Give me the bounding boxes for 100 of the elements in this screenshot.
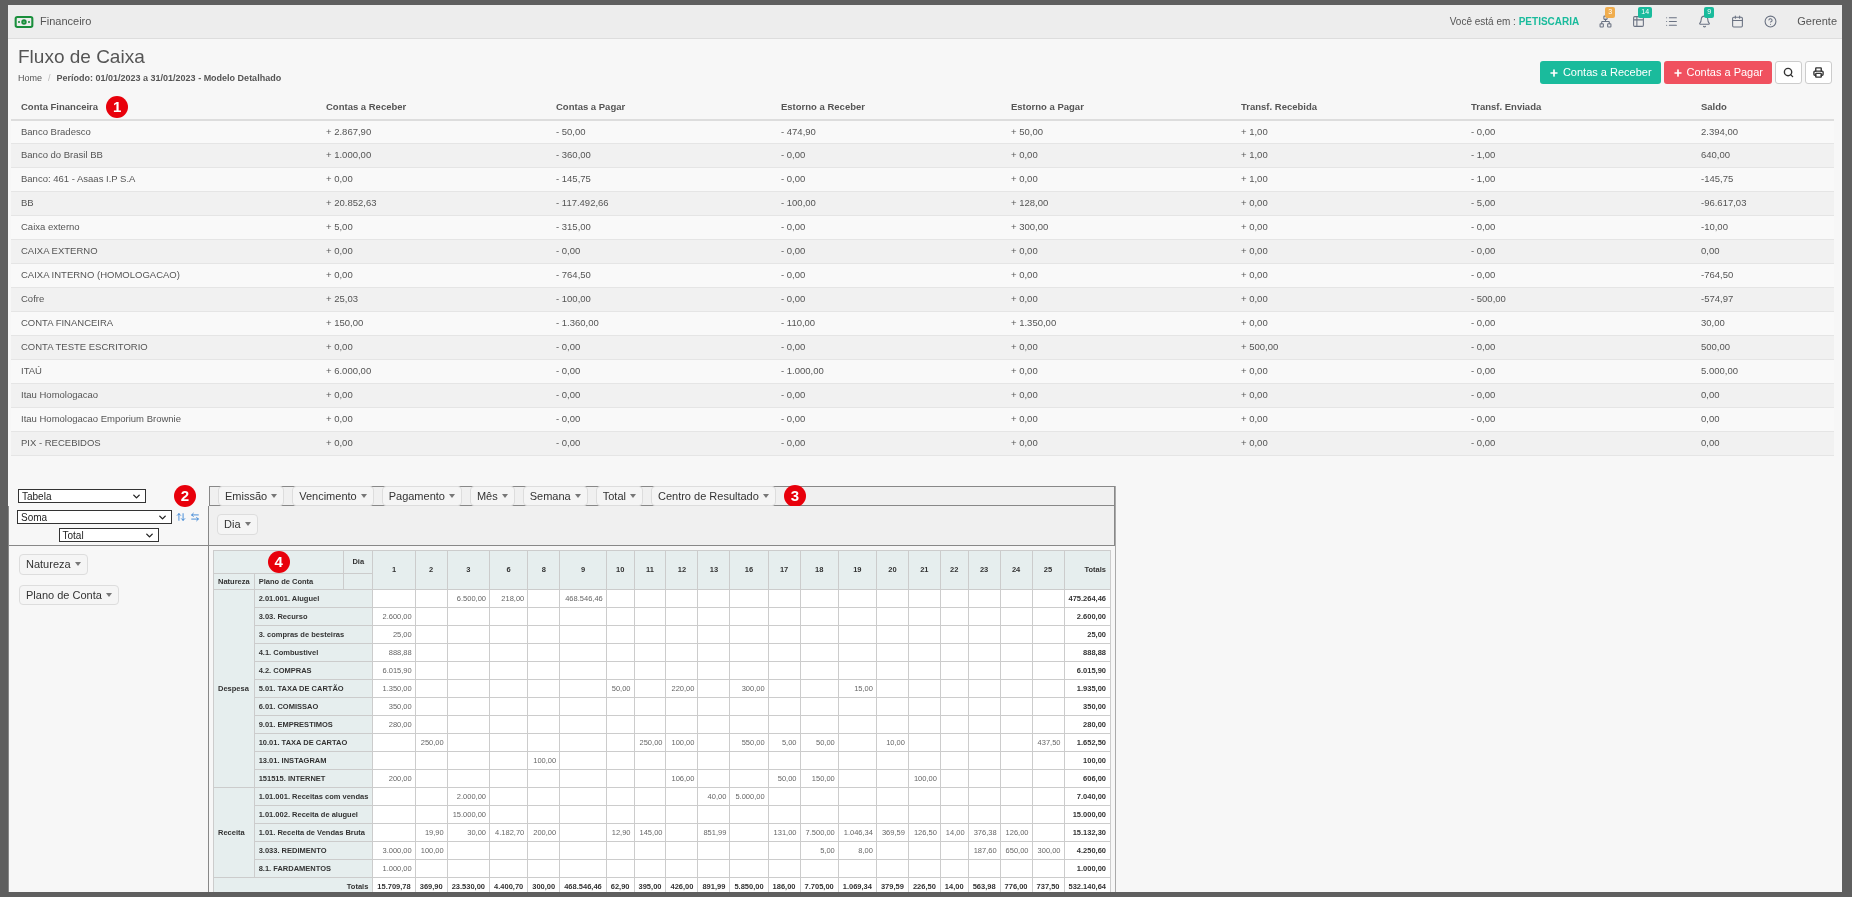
table-cell: 30,00 [1701, 317, 1725, 329]
table-cell: 0,00 [1701, 389, 1720, 401]
table-cell: -574,97 [1701, 293, 1734, 305]
table-cell: + 1,00 [1241, 173, 1268, 185]
table-cell: - 0,00 [1471, 341, 1496, 353]
table-cell: - 50,00 [556, 125, 586, 137]
field-chip[interactable]: Total [595, 485, 643, 507]
help-icon [1764, 15, 1778, 28]
table-cell: + 0,00 [1241, 293, 1268, 305]
table-cell: - 0,00 [781, 221, 806, 233]
table-cell: - 0,00 [781, 173, 806, 185]
module-title: Financeiro [40, 14, 92, 30]
table-cell: - 0,00 [1471, 125, 1496, 137]
header-icon-button[interactable] [1599, 15, 1613, 28]
field-chip[interactable]: Pagamento [381, 485, 462, 507]
caret-icon [574, 494, 581, 498]
calendar-icon [1731, 15, 1745, 28]
caret-icon [74, 562, 81, 567]
table-cell: - 764,50 [556, 269, 591, 281]
table-cell: + 0,00 [326, 413, 353, 425]
header-icon-button[interactable] [1632, 15, 1646, 28]
caret-icon [244, 522, 251, 527]
table-cell: + 0,00 [1241, 245, 1268, 257]
table-cell: + 2.867,90 [326, 125, 372, 137]
dropdown-select[interactable]: Tabela [18, 489, 146, 503]
table-cell: + 25,03 [326, 293, 358, 305]
table-cell: Banco Bradesco [21, 125, 91, 137]
table-cell: CONTA TESTE ESCRITORIO [21, 341, 148, 353]
field-chip[interactable]: Natureza [19, 554, 88, 575]
table-cell: - 0,00 [781, 389, 806, 401]
number-marker: 2 [174, 485, 196, 507]
table-cell: - 0,00 [1471, 269, 1496, 281]
table-cell: - 1,00 [1471, 173, 1496, 185]
table-cell: -764,50 [1701, 269, 1734, 281]
caret-icon [501, 494, 508, 498]
table-cell: - 0,00 [556, 413, 581, 425]
header-icon-button[interactable] [1665, 15, 1679, 28]
table-cell: + 0,00 [1241, 197, 1268, 209]
dropdown-select[interactable]: Total [58, 528, 159, 542]
sort-rows-icon[interactable] [176, 512, 186, 522]
column-header: Contas a Receber [326, 99, 407, 114]
table-cell: + 0,00 [1011, 365, 1038, 377]
table-cell: - 0,00 [781, 149, 806, 161]
table-cell: - 100,00 [781, 197, 816, 209]
table-cell: + 0,00 [326, 173, 353, 185]
table-cell: CAIXA EXTERNO [21, 245, 98, 257]
table-cell: - 0,00 [1471, 365, 1496, 377]
table-cell: - 0,00 [1471, 317, 1496, 329]
sort-columns-icon[interactable] [190, 512, 200, 522]
header-icon-button[interactable] [1698, 15, 1712, 28]
header-icon-button[interactable] [1731, 15, 1745, 28]
table-cell: + 0,00 [1011, 413, 1038, 425]
table-cell: + 50,00 [1011, 125, 1043, 137]
search-button[interactable] [1775, 61, 1802, 84]
table-cell: + 0,00 [1011, 269, 1038, 281]
table-cell: PIX - RECEBIDOS [21, 437, 101, 449]
table-cell: 640,00 [1701, 149, 1731, 161]
table-cell: + 20.852,63 [326, 197, 377, 209]
field-chip[interactable]: Dia [217, 514, 258, 535]
bell-icon [1698, 15, 1712, 28]
table-cell: + 0,00 [326, 269, 353, 281]
table-cell: + 150,00 [326, 317, 364, 329]
number-marker: 1 [106, 96, 129, 118]
table-cell: + 128,00 [1011, 197, 1049, 209]
table-cell: + 0,00 [1011, 341, 1038, 353]
breadcrumb-separator: / [48, 72, 51, 85]
field-chip[interactable]: Plano de Conta [19, 584, 119, 605]
table-cell: + 0,00 [326, 389, 353, 401]
field-chip[interactable]: Mês [469, 485, 515, 507]
table-cell: - 315,00 [556, 221, 591, 233]
column-header: Estorno a Receber [781, 99, 865, 114]
dropdown-select[interactable]: Soma [17, 510, 172, 524]
field-chip[interactable]: Semana [522, 485, 588, 507]
field-chip[interactable]: Emissão [218, 485, 285, 507]
table-cell: + 1.350,00 [1011, 317, 1057, 329]
table-cell: - 0,00 [556, 437, 581, 449]
field-chip[interactable]: Centro de Resultado [650, 485, 776, 507]
table-cell: + 0,00 [1241, 365, 1268, 377]
breadcrumb-link[interactable]: Home [18, 72, 42, 86]
print-button[interactable] [1805, 61, 1832, 84]
header-icon-button[interactable] [1764, 15, 1778, 28]
user-name[interactable]: Gerente [1797, 13, 1837, 30]
table-cell: -145,75 [1701, 173, 1734, 185]
table-cell: - 0,00 [781, 437, 806, 449]
column-header: Transf. Enviada [1471, 99, 1542, 114]
caret-icon [629, 494, 636, 498]
table-cell: 0,00 [1701, 245, 1720, 257]
field-chip[interactable]: Vencimento [292, 485, 374, 507]
table-cell: Cofre [21, 293, 45, 305]
search-icon [1783, 67, 1794, 78]
caret-icon [360, 494, 367, 498]
column-header: Contas a Pagar [556, 99, 626, 114]
table-cell: - 0,00 [1471, 221, 1496, 233]
table-cell: - 0,00 [1471, 413, 1496, 425]
caret-icon [448, 494, 455, 498]
table-cell: + 0,00 [1241, 413, 1268, 425]
table-cell: - 0,00 [1471, 245, 1496, 257]
table-cell: + 1,00 [1241, 149, 1268, 161]
table-cell: + 0,00 [1011, 149, 1038, 161]
table-cell: 500,00 [1701, 341, 1731, 353]
